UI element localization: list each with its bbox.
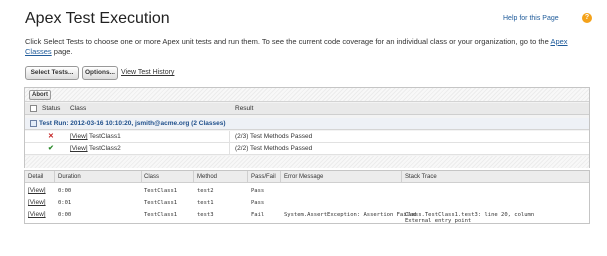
class-header: Class [70,105,87,112]
result-text: (2/3) Test Methods Passed [235,133,313,140]
check-icon: ✔ [48,145,54,152]
status-header: Status [42,105,61,112]
help-icon[interactable]: ? [582,13,592,23]
view-link[interactable]: [View] [28,199,46,206]
test-run-panel: Abort Status Class Result Test Run: 2012… [24,87,590,168]
method-header: Method [197,174,218,180]
view-link[interactable]: [View] [70,145,88,152]
error-message-header: Error Message [284,174,324,180]
column-divider [141,171,142,183]
class-value: TestClass1 [144,188,178,194]
column-divider [401,171,402,183]
duration-header: Duration [58,174,81,180]
view-link[interactable]: [View] [28,211,46,218]
select-tests-button[interactable]: Select Tests... [25,66,79,80]
x-icon: ✕ [48,133,54,140]
column-divider [193,171,194,183]
panel-toolbar: Abort [25,88,589,102]
test-run-group[interactable]: Test Run: 2012-03-16 10:10:20, jsmith@ac… [25,118,589,130]
class-value: TestClass1 [144,212,178,218]
column-divider [54,171,55,183]
result-header: Result [235,105,254,112]
result-text: (2/2) Test Methods Passed [235,145,313,152]
table-row: ✔ [View] TestClass2 (2/2) Test Methods P… [25,143,589,155]
duration-value: 0:01 [58,200,72,206]
page-title: Apex Test Execution [25,10,170,27]
duration-value: 0:00 [58,188,72,194]
abort-button[interactable]: Abort [29,90,51,100]
group-label[interactable]: Test Run: 2012-03-16 10:10:20, jsmith@ac… [39,120,226,127]
pass-fail-value: Fail [251,212,265,218]
method-value: test2 [197,188,214,194]
pass-fail-header: Pass/Fail [251,174,276,180]
class-name: TestClass2 [89,145,121,152]
stack-trace-header: Stack Trace [405,174,437,180]
run-table-header: Status Class Result [25,103,589,115]
intro-text: Click Select Tests to choose one or more… [25,37,590,57]
options-button[interactable]: Options... [82,66,118,80]
duration-value: 0:00 [58,212,72,218]
table-row: [View] 0:01 TestClass1 test1 Pass [25,197,589,209]
table-row: [View] 0:00 TestClass1 test3 Fail System… [25,209,589,224]
column-divider [280,171,281,183]
error-message-value: System.AssertException: Assertion Failed [284,212,417,218]
pass-fail-value: Pass [251,188,265,194]
view-link[interactable]: [View] [70,133,88,140]
column-divider [229,131,230,142]
panel-footer [25,156,589,168]
select-all-checkbox[interactable] [30,105,37,112]
class-value: TestClass1 [144,200,178,206]
view-test-history-link[interactable]: View Test History [121,69,174,76]
pass-fail-value: Pass [251,200,265,206]
table-row: ✕ [View] TestClass1 (2/3) Test Methods P… [25,131,589,143]
help-link[interactable]: Help for this Page [503,15,559,22]
method-value: test1 [197,200,214,206]
intro-body: Click Select Tests to choose one or more… [25,37,549,46]
view-link[interactable]: [View] [28,187,46,194]
method-value: test3 [197,212,214,218]
column-divider [247,171,248,183]
column-divider [229,143,230,154]
group-checkbox[interactable] [30,120,37,127]
class-header: Class [144,174,160,180]
detail-table: Detail Duration Class Method Pass/Fail E… [24,170,590,224]
intro-suffix: page. [53,47,73,56]
stack-trace-line2: External entry point [405,218,472,224]
class-name: TestClass1 [89,133,121,140]
detail-table-header: Detail Duration Class Method Pass/Fail E… [25,171,589,183]
detail-header: Detail [28,174,44,180]
table-row: [View] 0:00 TestClass1 test2 Pass [25,185,589,197]
